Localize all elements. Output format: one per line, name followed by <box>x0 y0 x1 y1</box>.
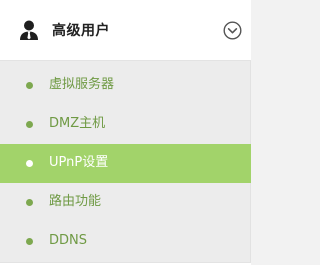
bullet-icon <box>26 160 33 167</box>
panel-title: 高级用户 <box>52 23 110 39</box>
menu-item-label: DDNS <box>49 233 87 248</box>
advanced-user-panel: 高级用户 虚拟服务器 DMZ主机 UPnP设置 路由功能 DDNS <box>0 0 251 265</box>
bullet-icon <box>26 82 33 89</box>
menu-item-upnp-settings[interactable]: UPnP设置 <box>0 144 251 183</box>
menu-item-dmz-host[interactable]: DMZ主机 <box>0 105 251 144</box>
panel-header[interactable]: 高级用户 <box>0 0 251 61</box>
menu-item-label: UPnP设置 <box>49 155 109 170</box>
bullet-icon <box>26 121 33 128</box>
menu-item-routing[interactable]: 路由功能 <box>0 183 251 222</box>
menu-item-label: 虚拟服务器 <box>49 77 115 92</box>
bullet-icon <box>26 238 33 245</box>
user-icon <box>20 20 38 40</box>
bullet-icon <box>26 199 33 206</box>
menu-item-label: DMZ主机 <box>49 116 106 131</box>
chevron-down-circle-icon[interactable] <box>223 21 242 40</box>
menu-item-label: 路由功能 <box>49 194 102 209</box>
submenu-list: 虚拟服务器 DMZ主机 UPnP设置 路由功能 DDNS <box>0 66 251 261</box>
menu-item-virtual-server[interactable]: 虚拟服务器 <box>0 66 251 105</box>
menu-item-ddns[interactable]: DDNS <box>0 222 251 261</box>
